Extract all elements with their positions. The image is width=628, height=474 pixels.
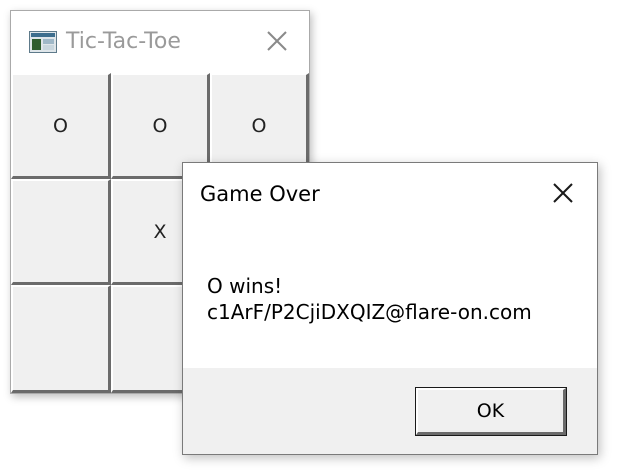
game-over-dialog: Game Over O wins! c1ArF/P2CjiDXQIZ@flare… <box>182 162 598 455</box>
window-title: Tic-Tac-Toe <box>66 29 181 54</box>
dialog-title: Game Over <box>200 182 320 206</box>
window-titlebar[interactable]: Tic-Tac-Toe <box>11 11 309 73</box>
dialog-message: O wins! c1ArF/P2CjiDXQIZ@flare-on.com <box>207 273 532 325</box>
app-window-icon <box>29 31 57 53</box>
board-cell-0-0[interactable]: O <box>11 73 111 179</box>
ok-button[interactable]: OK <box>415 387 567 436</box>
message-flag: c1ArF/P2CjiDXQIZ@flare-on.com <box>207 300 532 324</box>
board-cell-1-0[interactable] <box>11 179 111 285</box>
board-cell-2-0[interactable] <box>11 285 111 393</box>
close-icon[interactable] <box>547 177 579 209</box>
dialog-footer: OK <box>183 368 597 454</box>
message-winner: O wins! <box>207 274 283 298</box>
close-icon[interactable] <box>261 25 293 57</box>
